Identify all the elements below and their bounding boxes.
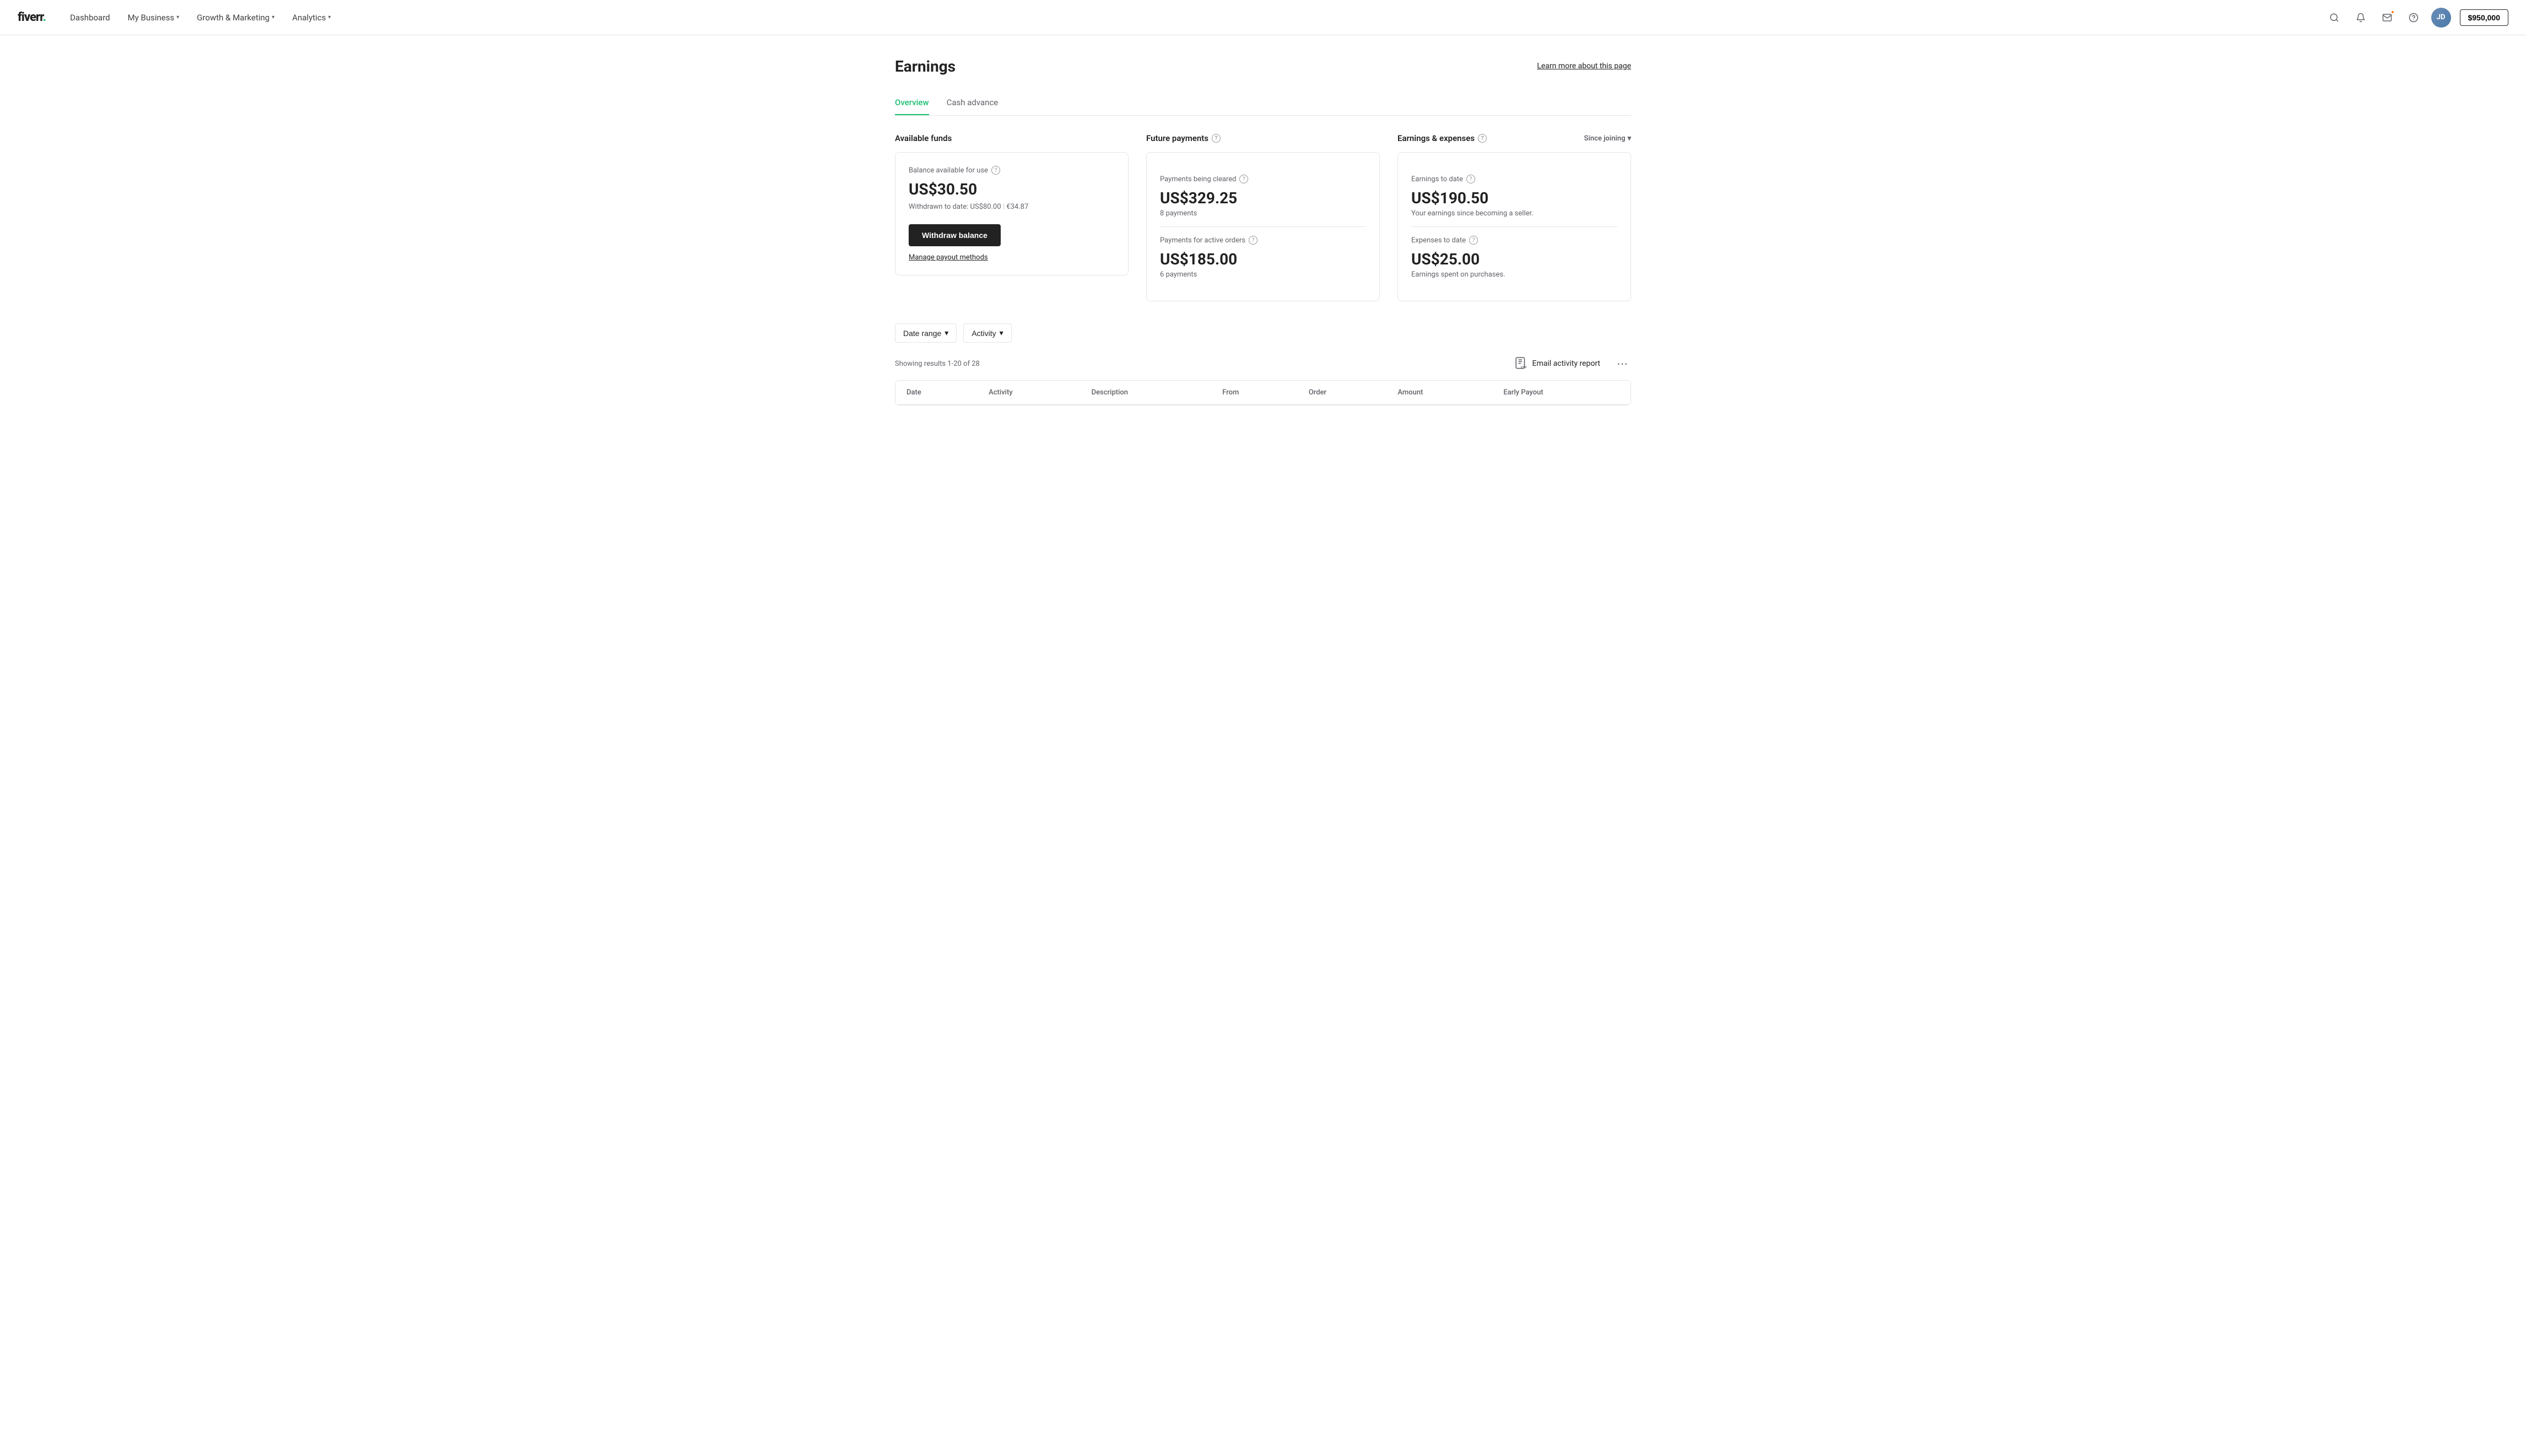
- main-nav: Dashboard My Business ▾ Growth & Marketi…: [63, 8, 337, 27]
- clearing-info-icon[interactable]: ?: [1239, 175, 1248, 183]
- page-header: Earnings Learn more about this page: [895, 57, 1631, 75]
- header-left: fiverr. Dashboard My Business ▾ Growth &…: [18, 8, 337, 27]
- col-description: Description: [1081, 381, 1212, 405]
- tabs: Overview Cash advance: [895, 91, 1631, 116]
- future-payments-section: Future payments ? Payments being cleared…: [1146, 133, 1380, 301]
- balance-label: Balance available for use ?: [909, 166, 1115, 175]
- available-funds-section: Available funds Balance available for us…: [895, 133, 1129, 301]
- future-payments-info-icon[interactable]: ?: [1212, 134, 1221, 143]
- available-funds-card: Balance available for use ? US$30.50 Wit…: [895, 152, 1129, 275]
- earnings-to-date-amount: US$190.50: [1411, 189, 1617, 207]
- chevron-down-icon: ▾: [944, 328, 948, 338]
- earnings-table: Date Activity Description From Order Amo…: [895, 381, 1631, 405]
- nav-item-dashboard[interactable]: Dashboard: [63, 8, 117, 27]
- col-order: Order: [1298, 381, 1387, 405]
- expenses-to-date-amount: US$25.00: [1411, 250, 1617, 268]
- future-payments-card: Payments being cleared ? US$329.25 8 pay…: [1146, 152, 1380, 301]
- chevron-down-icon: ▾: [328, 14, 331, 20]
- csv-icon: CSV: [1515, 357, 1528, 370]
- messages-badge: [2390, 10, 2395, 14]
- messages-icon[interactable]: [2378, 9, 2396, 26]
- svg-text:CSV: CSV: [1520, 366, 1526, 370]
- nav-item-growth-marketing[interactable]: Growth & Marketing ▾: [190, 8, 281, 27]
- chevron-down-icon: ▾: [1000, 328, 1003, 338]
- tab-overview[interactable]: Overview: [895, 91, 929, 115]
- results-count: Showing results 1-20 of 28: [895, 360, 980, 368]
- since-joining-dropdown[interactable]: Since joining ▾: [1584, 134, 1631, 143]
- table-header: Date Activity Description From Order Amo…: [895, 381, 1631, 405]
- expenses-to-date-row: Expenses to date ? US$25.00 Earnings spe…: [1411, 226, 1617, 288]
- results-actions: CSV Email activity report ⋯: [1508, 354, 1631, 374]
- col-amount: Amount: [1386, 381, 1492, 405]
- logo[interactable]: fiverr.: [18, 10, 46, 24]
- payments-clearing-label: Payments being cleared ?: [1160, 175, 1366, 183]
- clearing-amount: US$329.25: [1160, 189, 1366, 207]
- page-content: Earnings Learn more about this page Over…: [877, 35, 1649, 427]
- balance-amount: US$30.50: [909, 180, 1115, 198]
- nav-item-analytics[interactable]: Analytics ▾: [285, 8, 337, 27]
- available-funds-label: Available funds: [895, 133, 1129, 143]
- earnings-to-date-row: Earnings to date ? US$190.50 Your earnin…: [1411, 166, 1617, 226]
- help-icon[interactable]: [2405, 9, 2422, 26]
- tab-cash-advance[interactable]: Cash advance: [947, 91, 998, 115]
- filters: Date range ▾ Activity ▾: [895, 323, 1631, 343]
- earnings-expenses-card: Earnings to date ? US$190.50 Your earnin…: [1397, 152, 1631, 301]
- header-right: JD $950,000: [2325, 8, 2508, 28]
- expenses-to-date-sub: Earnings spent on purchases.: [1411, 270, 1617, 279]
- expenses-to-date-label: Expenses to date ?: [1411, 236, 1617, 245]
- page-title: Earnings: [895, 57, 956, 75]
- results-row: Showing results 1-20 of 28 CSV Email act…: [895, 354, 1631, 374]
- earnings-to-date-sub: Your earnings since becoming a seller.: [1411, 209, 1617, 218]
- notifications-icon[interactable]: [2352, 9, 2370, 26]
- balance-info-icon[interactable]: ?: [991, 166, 1000, 175]
- earnings-to-date-label: Earnings to date ?: [1411, 175, 1617, 183]
- earnings-expenses-label: Earnings & expenses ? Since joining ▾: [1397, 133, 1631, 143]
- clearing-count: 8 payments: [1160, 209, 1366, 218]
- expenses-info-icon[interactable]: ?: [1469, 236, 1478, 245]
- chevron-down-icon: ▾: [1627, 134, 1631, 143]
- payments-clearing-row: Payments being cleared ? US$329.25 8 pay…: [1160, 166, 1366, 226]
- activity-filter[interactable]: Activity ▾: [963, 323, 1011, 343]
- withdraw-balance-button[interactable]: Withdraw balance: [909, 224, 1001, 246]
- chevron-down-icon: ▾: [272, 14, 274, 20]
- balance-button[interactable]: $950,000: [2460, 9, 2508, 26]
- nav-item-my-business[interactable]: My Business ▾: [121, 8, 186, 27]
- earnings-info-icon[interactable]: ?: [1478, 134, 1487, 143]
- cards-row: Available funds Balance available for us…: [895, 133, 1631, 301]
- payments-active-label: Payments for active orders ?: [1160, 236, 1366, 245]
- earnings-to-date-info-icon[interactable]: ?: [1466, 175, 1475, 183]
- col-activity: Activity: [978, 381, 1080, 405]
- more-options-button[interactable]: ⋯: [1613, 355, 1631, 372]
- avatar[interactable]: JD: [2431, 8, 2451, 28]
- activity-table: Date Activity Description From Order Amo…: [895, 380, 1631, 405]
- earnings-expenses-section: Earnings & expenses ? Since joining ▾ Ea…: [1397, 133, 1631, 301]
- date-range-filter[interactable]: Date range ▾: [895, 323, 957, 343]
- active-info-icon[interactable]: ?: [1249, 236, 1257, 245]
- withdrawn-line: Withdrawn to date: US$80.00 | €34.87: [909, 203, 1115, 211]
- learn-more-link[interactable]: Learn more about this page: [1537, 62, 1631, 71]
- chevron-down-icon: ▾: [176, 14, 179, 20]
- active-count: 6 payments: [1160, 270, 1366, 279]
- col-from: From: [1211, 381, 1298, 405]
- payments-active-row: Payments for active orders ? US$185.00 6…: [1160, 226, 1366, 288]
- active-amount: US$185.00: [1160, 250, 1366, 268]
- header: fiverr. Dashboard My Business ▾ Growth &…: [0, 0, 2526, 35]
- email-activity-report-button[interactable]: CSV Email activity report: [1508, 354, 1607, 374]
- future-payments-label: Future payments ?: [1146, 133, 1380, 143]
- manage-payout-link[interactable]: Manage payout methods: [909, 253, 988, 262]
- col-date: Date: [895, 381, 978, 405]
- search-icon[interactable]: [2325, 9, 2343, 26]
- col-early-payout: Early Payout: [1492, 381, 1631, 405]
